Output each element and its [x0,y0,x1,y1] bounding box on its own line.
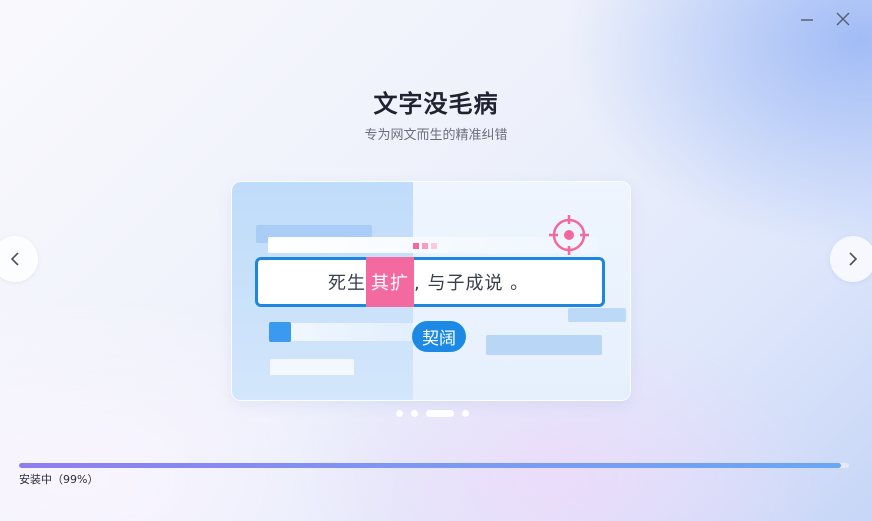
minimize-icon [801,19,813,21]
install-progress-fill [19,463,841,468]
close-button[interactable] [834,10,852,28]
sample-sentence-box: 死生 其扩 , 与子成说 。 [255,257,605,307]
chevron-right-icon [849,252,858,266]
carousel-page-dot[interactable] [411,410,418,417]
carousel-slide: 死生 其扩 , 与子成说 。 契阔 [231,181,631,401]
decor-bar [568,308,626,322]
app-subtitle: 专为网文而生的精准纠错 [364,128,508,143]
carousel-pager [396,410,469,417]
carousel-page-dot[interactable] [396,410,403,417]
decor-bar [486,335,602,355]
sentence-after: , 与子成说 。 [414,273,530,294]
chevron-left-icon [10,252,19,266]
crosshair-target-icon [549,215,589,255]
decor-square [269,322,291,342]
install-status-text: 安装中（99%） [19,473,99,486]
install-progress-bar [19,463,849,468]
decor-bar [270,359,354,375]
carousel-next-button[interactable] [830,236,872,282]
app-title: 文字没毛病 [373,90,499,118]
suggestion-pill: 契阔 [412,321,466,352]
error-highlight: 其扩 [366,257,414,307]
carousel-page-dot[interactable] [462,410,469,417]
decor-bar [270,323,420,341]
close-icon [836,12,850,26]
sentence-before: 死生 [328,273,366,294]
carousel-page-dot[interactable] [426,410,454,417]
minimize-button[interactable] [798,10,816,28]
decor-dots [413,243,437,249]
carousel-prev-button[interactable] [0,236,38,282]
